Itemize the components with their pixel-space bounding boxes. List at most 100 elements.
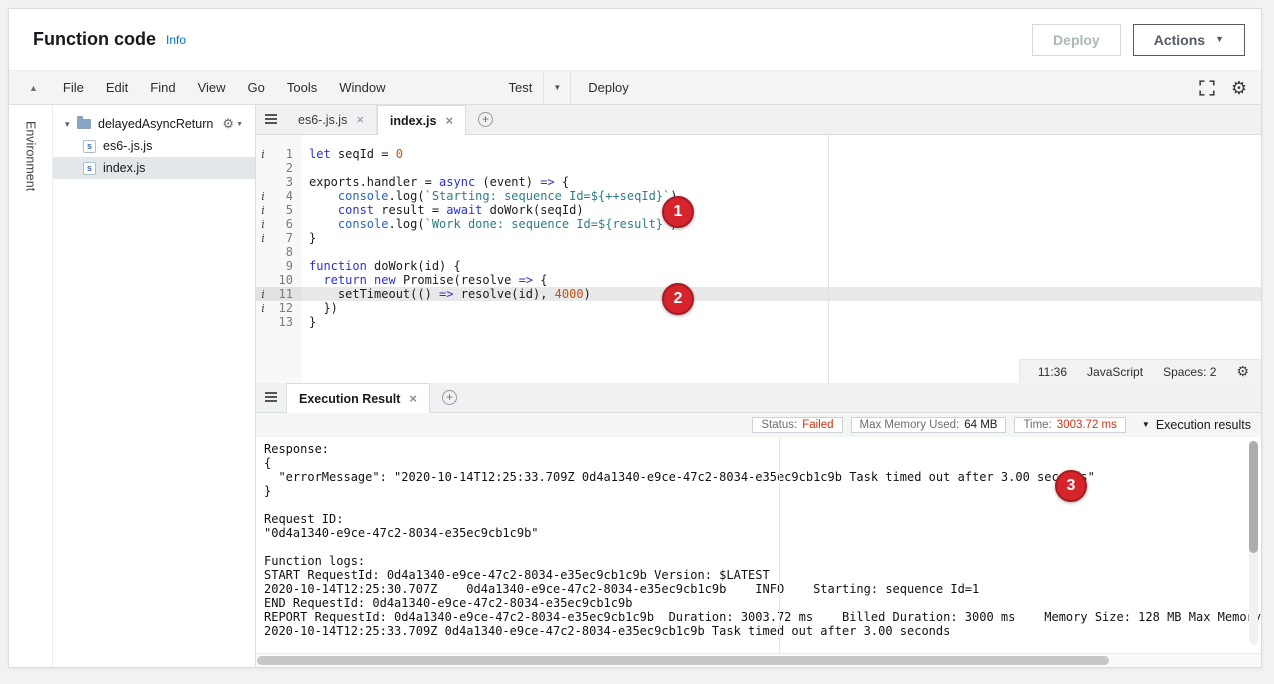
horizontal-scrollbar-thumb[interactable] xyxy=(257,656,1109,665)
tree-item-index-js[interactable]: sindex.js xyxy=(53,157,255,179)
file-tree: ▾ delayedAsyncReturn ⚙ ▼ s es6-.js.js sind… xyxy=(53,105,255,667)
gutter-line-2[interactable]: 2 xyxy=(256,161,302,175)
gutter-line-7[interactable]: i7 xyxy=(256,231,302,245)
tree-settings-gear-icon[interactable]: ⚙ xyxy=(222,116,234,132)
line-number: 7 xyxy=(270,231,302,245)
menu-item-tools[interactable]: Tools xyxy=(276,80,328,95)
log-line: Request ID: xyxy=(264,512,1251,526)
line-number: 12 xyxy=(270,301,302,315)
gutter-line-5[interactable]: i5 xyxy=(256,203,302,217)
code-line-3[interactable]: exports.handler = async (event) => { xyxy=(302,175,1261,189)
code-line-10[interactable]: return new Promise(resolve => { xyxy=(302,273,1261,287)
code-line-5[interactable]: const result = await doWork(seqId) xyxy=(302,203,1261,217)
gutter-line-4[interactable]: i4 xyxy=(256,189,302,203)
menu-item-go[interactable]: Go xyxy=(237,80,276,95)
tree-file-label: index.js xyxy=(103,161,145,175)
print-margin-line xyxy=(828,135,829,383)
execution-result-tab[interactable]: Execution Result × xyxy=(286,383,430,413)
menu-item-find[interactable]: Find xyxy=(139,80,186,95)
code-line-2[interactable] xyxy=(302,161,1261,175)
info-link[interactable]: Info xyxy=(166,33,186,47)
menu-item-file[interactable]: File xyxy=(52,80,95,95)
line-number: 2 xyxy=(270,161,302,175)
test-dropdown-icon[interactable]: ▼ xyxy=(543,71,571,105)
line-number: 4 xyxy=(270,189,302,203)
status-pill-2: Time:3003.72 ms xyxy=(1014,417,1125,433)
vertical-scrollbar-thumb[interactable] xyxy=(1249,441,1258,553)
editor-gutter[interactable]: i123i4i5i6i78910i11i1213 xyxy=(256,135,302,383)
code-line-8[interactable] xyxy=(302,245,1261,259)
cursor-position[interactable]: 11:36 xyxy=(1038,365,1067,379)
js-file-icon: s xyxy=(83,140,96,153)
status-pill-0: Status:Failed xyxy=(752,417,842,433)
vertical-scrollbar[interactable] xyxy=(1249,441,1258,645)
code-editor[interactable]: i123i4i5i6i78910i11i1213 let seqId = 0ex… xyxy=(256,135,1261,383)
tree-item-es6-js-js[interactable]: s es6-.js.js xyxy=(53,135,255,157)
results-collapse-caret-icon: ▼ xyxy=(1142,421,1150,429)
editor-tab-index-js[interactable]: index.js× xyxy=(377,105,466,135)
close-tab-icon[interactable]: × xyxy=(409,391,417,406)
editor-tab-es6-js-js[interactable]: es6-.js.js × xyxy=(286,105,377,134)
gutter-line-1[interactable]: i1 xyxy=(256,147,302,161)
line-number: 13 xyxy=(270,315,302,329)
menubar-right: ⚙ xyxy=(1199,79,1247,97)
environment-panel: Environment ▾ delayedAsyncReturn ⚙ ▼ ses… xyxy=(9,105,256,667)
gutter-line-11[interactable]: i11 xyxy=(256,287,302,301)
close-tab-icon[interactable]: × xyxy=(356,112,364,127)
ide-settings-gear-icon[interactable]: ⚙ xyxy=(1231,79,1247,97)
environment-tab[interactable]: Environment xyxy=(24,121,38,667)
editor-tab-label: es6-.js.js xyxy=(298,113,347,127)
execution-tab-list-icon[interactable] xyxy=(256,382,286,412)
menu-item-test[interactable]: Test xyxy=(502,80,538,95)
gutter-line-10[interactable]: 10 xyxy=(256,273,302,287)
menu-item-view[interactable]: View xyxy=(187,80,237,95)
tree-folder-row[interactable]: ▾ delayedAsyncReturn ⚙ ▼ xyxy=(53,113,255,135)
gutter-line-9[interactable]: 9 xyxy=(256,259,302,273)
fullscreen-icon[interactable] xyxy=(1199,80,1215,96)
gutter-line-6[interactable]: i6 xyxy=(256,217,302,231)
gutter-line-13[interactable]: 13 xyxy=(256,315,302,329)
execution-toolbar: Status:FailedMax Memory Used:64 MBTime:3… xyxy=(256,413,1261,437)
menu-item-window[interactable]: Window xyxy=(328,80,396,95)
indentation-setting[interactable]: Spaces: 2 xyxy=(1163,365,1216,379)
gutter-line-12[interactable]: i12 xyxy=(256,301,302,315)
code-line-7[interactable]: } xyxy=(302,231,1261,245)
menubar-items: FileEditFindViewGoToolsWindow xyxy=(52,80,397,95)
info-annotation-icon: i xyxy=(256,204,270,217)
language-mode[interactable]: JavaScript xyxy=(1087,365,1143,379)
horizontal-scrollbar[interactable] xyxy=(256,653,1261,667)
status-pill-value: 64 MB xyxy=(964,419,997,431)
editor-code[interactable]: let seqId = 0 exports.handler = async (ev… xyxy=(302,135,1261,383)
log-line: "errorMessage": "2020-10-14T12:25:33.709… xyxy=(264,470,1251,484)
status-pill-value: Failed xyxy=(802,419,833,431)
tree-file-label: es6-.js.js xyxy=(103,139,152,153)
menu-item-edit[interactable]: Edit xyxy=(95,80,139,95)
gutter-line-8[interactable]: 8 xyxy=(256,245,302,259)
tab-list-icon[interactable] xyxy=(256,104,286,134)
line-number: 3 xyxy=(270,175,302,189)
status-pills: Status:FailedMax Memory Used:64 MBTime:3… xyxy=(752,417,1126,433)
code-line-13[interactable]: } xyxy=(302,315,1261,329)
new-tab-plus-icon[interactable]: + xyxy=(478,112,493,127)
log-line: Function logs: xyxy=(264,554,1251,568)
deploy-button[interactable]: Deploy xyxy=(1032,24,1121,56)
actions-button[interactable]: Actions ▼ xyxy=(1133,24,1245,56)
editor-settings-gear-icon[interactable]: ⚙ xyxy=(1236,363,1249,380)
log-line: START RequestId: 0d4a1340-e9ce-47c2-8034… xyxy=(264,568,1251,582)
code-line-1[interactable]: let seqId = 0 xyxy=(302,147,1261,161)
header: Function code Info Deploy Actions ▼ xyxy=(9,9,1261,71)
code-line-9[interactable]: function doWork(id) { xyxy=(302,259,1261,273)
tree-settings-caret-icon[interactable]: ▼ xyxy=(236,121,243,128)
code-line-12[interactable]: }) xyxy=(302,301,1261,315)
execution-new-tab-plus-icon[interactable]: + xyxy=(442,390,457,405)
code-line-4[interactable]: console.log(`Starting: sequence Id=${++s… xyxy=(302,189,1261,203)
code-line-11[interactable]: setTimeout(() => resolve(id), 4000) xyxy=(302,287,1261,301)
folder-expand-caret-icon[interactable]: ▾ xyxy=(65,119,77,130)
gutter-line-3[interactable]: 3 xyxy=(256,175,302,189)
code-line-6[interactable]: console.log(`Work done: sequence Id=${re… xyxy=(302,217,1261,231)
close-tab-icon[interactable]: × xyxy=(445,113,453,128)
status-pill-value: 3003.72 ms xyxy=(1057,419,1117,431)
menu-item-deploy[interactable]: Deploy xyxy=(576,80,640,95)
collapse-panel-icon[interactable]: ▲ xyxy=(29,83,38,93)
execution-results-toggle[interactable]: ▼ Execution results xyxy=(1142,418,1251,432)
